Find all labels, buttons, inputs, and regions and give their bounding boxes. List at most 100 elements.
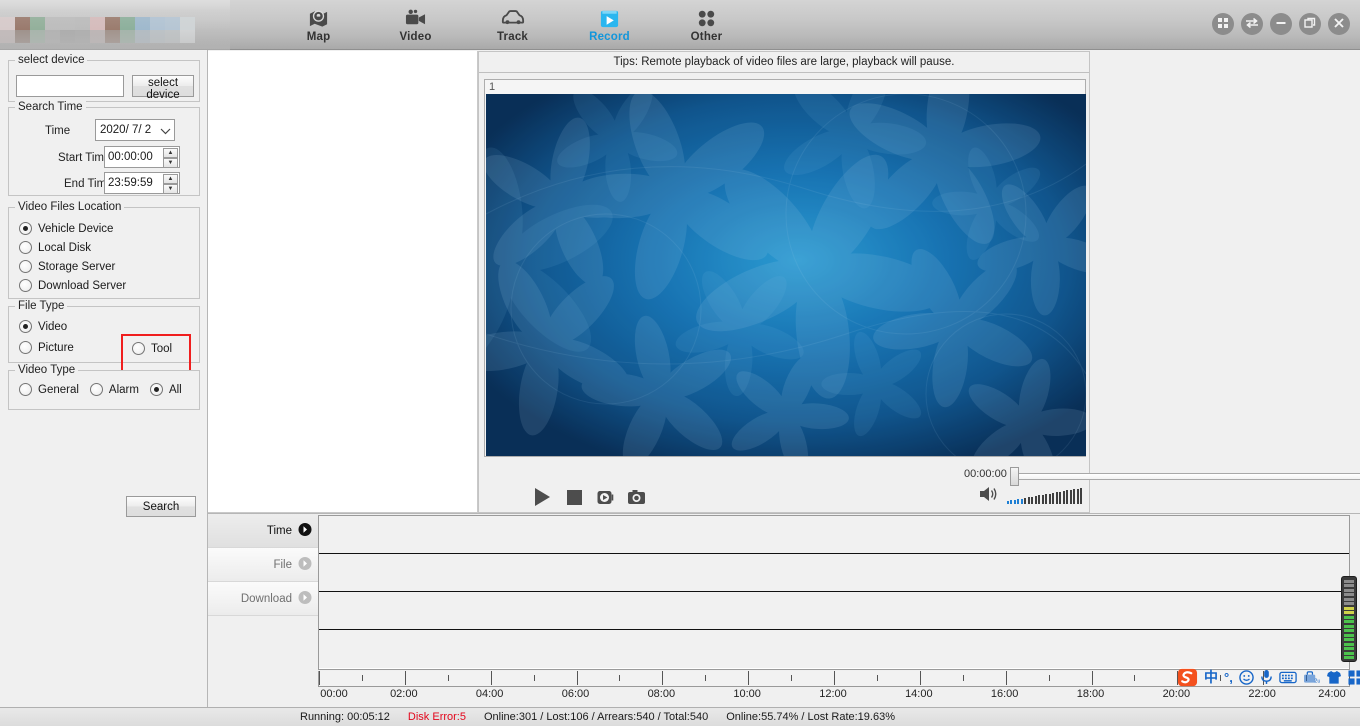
select-device-button[interactable]: select device: [132, 75, 194, 101]
ruler-major-tick: [919, 671, 921, 685]
status-counts: Online:301 / Lost:106 / Arrears:540 / To…: [483, 711, 709, 723]
timeline-tab-label: Time: [266, 524, 292, 537]
nav-item-video[interactable]: Video: [367, 0, 464, 50]
logo-mosaic-block: [90, 30, 105, 43]
timeline-track[interactable]: [319, 516, 1349, 554]
soft-keyboard-icon[interactable]: [1279, 671, 1297, 684]
gauge-segment: [1344, 611, 1354, 614]
stop-button[interactable]: [565, 488, 584, 507]
file-type-option-tool[interactable]: Tool: [132, 342, 172, 355]
search-sidebar: select device select device Search Time …: [0, 50, 208, 707]
timeline-track[interactable]: [319, 554, 1349, 592]
record-video-icon: [597, 490, 614, 504]
start-time-label: Start Time: [58, 152, 111, 164]
ruler-label: 14:00: [905, 688, 933, 700]
emoji-icon[interactable]: [1239, 669, 1254, 685]
video-camera-icon: [404, 7, 427, 29]
gauge-segment: [1344, 629, 1354, 632]
timeline-tracks[interactable]: [318, 515, 1350, 670]
volume-bar: [1073, 489, 1075, 504]
nav-item-other[interactable]: Other: [658, 0, 755, 50]
radio-option-local-disk[interactable]: Local Disk: [19, 241, 126, 254]
volume-slider[interactable]: [1006, 487, 1082, 504]
skin-shirt-icon[interactable]: [1326, 670, 1342, 685]
gauge-segment: [1344, 624, 1354, 628]
snapshot-button[interactable]: [627, 488, 646, 507]
radio-option-label: Vehicle Device: [38, 222, 114, 235]
svg-text:2u: 2u: [1314, 679, 1320, 684]
switch-button[interactable]: [1241, 13, 1263, 35]
gauge-segment: [1344, 620, 1354, 623]
logo-mosaic-block: [120, 30, 135, 43]
timeline-track[interactable]: [319, 592, 1349, 630]
end-time-spin-buttons[interactable]: ▲ ▼: [163, 174, 178, 194]
ruler-major-tick: [404, 671, 406, 685]
app-grid-icon[interactable]: [1348, 669, 1360, 685]
record-button[interactable]: [596, 488, 615, 507]
search-button[interactable]: Search: [126, 496, 196, 517]
minimize-button[interactable]: [1270, 13, 1292, 35]
speaker-icon: [979, 487, 996, 501]
start-time-spin-buttons[interactable]: ▲ ▼: [163, 148, 178, 168]
play-button[interactable]: [531, 486, 553, 508]
start-time-spinner[interactable]: 00:00:00 ▲ ▼: [104, 146, 180, 168]
video-frame[interactable]: [486, 94, 1086, 456]
restore-button[interactable]: [1299, 13, 1321, 35]
timeline-tab-file[interactable]: File: [208, 548, 318, 582]
nav-item-track[interactable]: Track: [464, 0, 561, 50]
gauge-segment: [1344, 651, 1354, 655]
volume-control[interactable]: [978, 484, 1082, 504]
nav-item-map[interactable]: Map: [270, 0, 367, 50]
chinese-mode-icon[interactable]: 中: [1204, 667, 1218, 687]
radio-option-all[interactable]: All: [149, 383, 182, 396]
ruler-label: 00:00: [320, 688, 348, 700]
radio-option-download-server[interactable]: Download Server: [19, 279, 126, 292]
vertical-level-gauge[interactable]: [1341, 576, 1357, 662]
microphone-icon[interactable]: [1260, 669, 1273, 685]
logo-mosaic-block: [0, 30, 15, 43]
radio-option-picture[interactable]: Picture: [19, 341, 74, 354]
nav-item-record[interactable]: Record: [561, 0, 658, 50]
time-date-dropdown[interactable]: 2020/ 7/ 2: [95, 119, 175, 141]
ruler-major-tick: [1005, 671, 1007, 685]
timeline-track[interactable]: [319, 630, 1349, 668]
end-time-spin-up[interactable]: ▲: [163, 174, 178, 184]
radio-option-label: Local Disk: [38, 241, 92, 254]
ruler-minor-tick: [1134, 675, 1136, 681]
punctuation-icon[interactable]: °,: [1224, 670, 1233, 685]
ruler-label: 16:00: [990, 688, 1019, 700]
radio-option-vehicle-device[interactable]: Vehicle Device: [19, 222, 126, 235]
gauge-segment: [1344, 647, 1354, 650]
toolbox-icon[interactable]: 2u: [1303, 670, 1320, 684]
gauge-segment: [1344, 584, 1354, 587]
sogou-logo-icon[interactable]: [1177, 667, 1198, 688]
video-channel-1[interactable]: 1: [484, 79, 1086, 457]
radio-dot-icon: [149, 383, 163, 396]
end-time-spinner[interactable]: 23:59:59 ▲ ▼: [104, 172, 180, 194]
timeline-tab-download[interactable]: Download: [208, 582, 318, 616]
ruler-minor-tick: [1048, 675, 1050, 681]
start-time-spin-up[interactable]: ▲: [163, 148, 178, 158]
radio-option-video[interactable]: Video: [19, 320, 74, 333]
volume-bar: [1048, 493, 1051, 504]
seek-bar[interactable]: [1015, 473, 1360, 480]
volume-bar: [1017, 499, 1019, 504]
radio-dot-icon: [89, 383, 103, 396]
ruler-major-tick: [834, 671, 835, 685]
apps-grid-button[interactable]: [1212, 13, 1234, 35]
ruler-label: 06:00: [561, 688, 590, 700]
radio-option-general[interactable]: General: [19, 383, 79, 396]
start-time-spin-down[interactable]: ▼: [163, 158, 178, 168]
radio-option-alarm[interactable]: Alarm: [89, 383, 139, 396]
close-button[interactable]: [1328, 13, 1350, 35]
file-list-panel[interactable]: [208, 51, 478, 513]
radio-option-storage-server[interactable]: Storage Server: [19, 260, 126, 273]
radio-dot-icon: [19, 241, 32, 254]
end-time-spin-down[interactable]: ▼: [163, 184, 178, 194]
ruler-major-tick: [490, 671, 492, 685]
device-input[interactable]: [16, 75, 124, 97]
logo-mosaic-block: [15, 17, 30, 30]
ruler-label: 18:00: [1076, 688, 1105, 700]
volume-bar: [1041, 494, 1044, 504]
timeline-tab-time[interactable]: Time: [208, 514, 318, 548]
